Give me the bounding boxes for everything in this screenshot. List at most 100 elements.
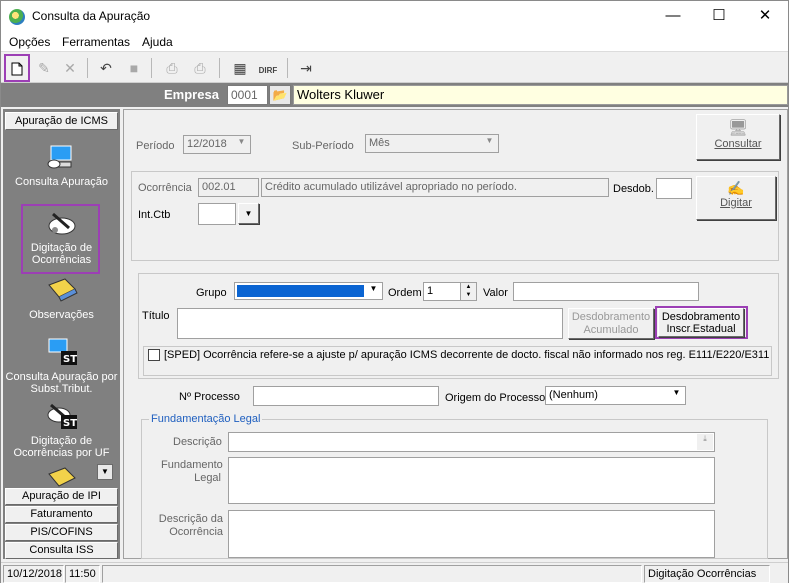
periodo-value: 12/2018 [187, 138, 227, 150]
notebook-icon [45, 464, 79, 488]
sped-label: [SPED] Ocorrência refere-se a ajuste p/ … [164, 349, 770, 361]
menu-bar: Opções Ferramentas Ajuda [1, 32, 788, 52]
toolbar-separator [219, 58, 220, 78]
open-folder-icon[interactable]: 📂 [269, 85, 291, 105]
menu-ferramentas[interactable]: Ferramentas [62, 35, 130, 49]
consultar-button[interactable]: 🖥 Consultar [696, 114, 780, 160]
descricao-select[interactable]: ⤓ [228, 432, 715, 452]
ordem-label: Ordem [388, 287, 422, 299]
sidebar-item-label: Digitação de Ocorrências [30, 242, 93, 266]
new-document-icon[interactable] [4, 54, 30, 82]
fundamentacao-label: Fundamentação Legal [149, 413, 263, 425]
status-panel [102, 565, 642, 583]
titulo-label: Título [142, 310, 170, 322]
chevron-down-icon: ▼ [669, 388, 684, 403]
exit-icon[interactable]: ⇥ [295, 57, 317, 79]
st-computer-icon: ST [45, 337, 79, 367]
title-bar: Consulta da Apuração — ☐ ✕ [1, 1, 788, 32]
sidebar-section-iss[interactable]: Consulta ISS [5, 542, 118, 559]
edit-icon[interactable]: ✎ [33, 57, 55, 79]
sped-checkbox[interactable] [148, 349, 160, 361]
sidebar-item-consulta-subst[interactable]: ST Consulta Apuração por Subst.Tribut. [5, 337, 118, 395]
app-window: Consulta da Apuração — ☐ ✕ Opções Ferram… [0, 0, 789, 583]
status-time: 11:50 [65, 565, 100, 583]
origem-label: Origem do Processo [445, 392, 546, 404]
empresa-name-field: Wolters Kluwer [293, 85, 788, 105]
fundamento-field[interactable] [228, 457, 715, 504]
consultar-icon: 🖥 [727, 120, 749, 137]
undo-icon[interactable]: ↶ [95, 57, 117, 79]
delete-icon[interactable]: ✕ [59, 57, 81, 79]
status-mode: Digitação Ocorrências [644, 565, 770, 583]
subperiodo-select[interactable]: Mês ▼ [365, 134, 499, 153]
empresa-label: Empresa [164, 87, 219, 102]
sidebar-item-label: Digitação de Ocorrências por UF [13, 435, 110, 459]
ocorrencia-label: Ocorrência [138, 182, 192, 194]
intctb-field[interactable] [198, 203, 236, 225]
sidebar-item-observacoes[interactable]: Observações [5, 275, 118, 321]
toolbar-separator [287, 58, 288, 78]
sidebar-scroll-down-button[interactable]: ▼ [97, 464, 113, 480]
ocorrencia-description-field: Crédito acumulado utilizável apropriado … [261, 178, 609, 197]
periodo-label: Período [136, 140, 175, 152]
digitar-label: Digitar [720, 197, 752, 209]
titulo-field[interactable] [177, 308, 563, 339]
desdobramento-acumulado-button[interactable]: Desdobramento Acumulado [568, 308, 654, 339]
ordem-field[interactable]: 1 [423, 282, 461, 301]
sidebar-item-consulta-apuracao[interactable]: Consulta Apuração [5, 142, 118, 188]
notebook-icon [45, 275, 79, 305]
ocorrencia-code-field[interactable]: 002.01 [198, 178, 259, 197]
toolbar: ✎ ✕ ↶ ■ ⎙ ⎙ ▦ DIRF ⇥ [1, 53, 788, 83]
sidebar-section-pis-cofins[interactable]: PIS/COFINS [5, 524, 118, 541]
print-icon[interactable]: ⎙ [161, 57, 183, 79]
toolbar-separator [87, 58, 88, 78]
computer-icon [45, 142, 79, 172]
descricao-ocorrencia-label: Descrição da Ocorrência [158, 513, 223, 538]
menu-ajuda[interactable]: Ajuda [142, 35, 173, 49]
grupo-select[interactable]: ▼ [234, 282, 383, 300]
processo-label: Nº Processo [179, 391, 240, 403]
desdob-label: Desdob. [613, 183, 654, 195]
menu-opcoes[interactable]: Opções [9, 35, 50, 49]
maximize-button[interactable]: ☐ [696, 1, 742, 32]
consultar-label: Consultar [714, 138, 762, 150]
stop-icon[interactable]: ■ [123, 57, 145, 79]
ordem-spinner[interactable]: ▲ ▼ [460, 282, 477, 301]
toolbar-separator [151, 58, 152, 78]
calculator-icon[interactable]: ▦ [229, 57, 251, 79]
print-preview-icon[interactable]: ⎙ [189, 57, 211, 79]
periodo-select[interactable]: 12/2018 ▼ [183, 135, 251, 154]
empresa-code-field[interactable]: 0001 [227, 85, 268, 105]
valor-label: Valor [483, 287, 508, 299]
minimize-button[interactable]: — [650, 1, 696, 32]
svg-text:ST: ST [63, 354, 77, 365]
digitar-button[interactable]: ✍ Digitar [696, 176, 776, 220]
origem-select[interactable]: (Nenhum) ▼ [545, 386, 686, 405]
sidebar-item-digitacao-ocorrencias[interactable]: Digitação de Ocorrências [5, 208, 118, 266]
sidebar-header-icms[interactable]: Apuração de ICMS [5, 112, 118, 130]
app-icon [9, 9, 25, 25]
grupo-selected-value [237, 285, 364, 297]
chevron-down-icon: ▼ [482, 136, 497, 151]
close-button[interactable]: ✕ [742, 1, 788, 32]
valor-field[interactable] [513, 282, 699, 301]
sidebar-item-label: Observações [29, 309, 94, 321]
sidebar-item-digitacao-uf[interactable]: ST Digitação de Ocorrências por UF [5, 401, 118, 459]
svg-text:ST: ST [63, 418, 77, 429]
intctb-dropdown-button[interactable]: ▼ [238, 203, 259, 224]
descricao-ocorrencia-field[interactable] [228, 510, 715, 558]
dirf-icon[interactable]: DIRF [257, 57, 279, 79]
status-date: 10/12/2018 [3, 565, 64, 583]
processo-field[interactable] [253, 386, 439, 406]
st-writing-icon: ST [45, 401, 79, 431]
descricao-label: Descrição [173, 436, 222, 448]
status-bar: 10/12/2018 11:50 Digitação Ocorrências [1, 562, 788, 583]
sidebar-section-ipi[interactable]: Apuração de IPI [5, 488, 118, 505]
desdob-field[interactable] [656, 178, 692, 199]
desdobramento-inscr-estadual-button[interactable]: Desdobramento Inscr.Estadual [658, 308, 744, 337]
subperiodo-label: Sub-Período [292, 140, 354, 152]
download-icon: ⤓ [697, 434, 713, 450]
digitar-icon: ✍ [727, 180, 745, 196]
sidebar-section-faturamento[interactable]: Faturamento [5, 506, 118, 523]
subperiodo-value: Mês [369, 137, 390, 149]
